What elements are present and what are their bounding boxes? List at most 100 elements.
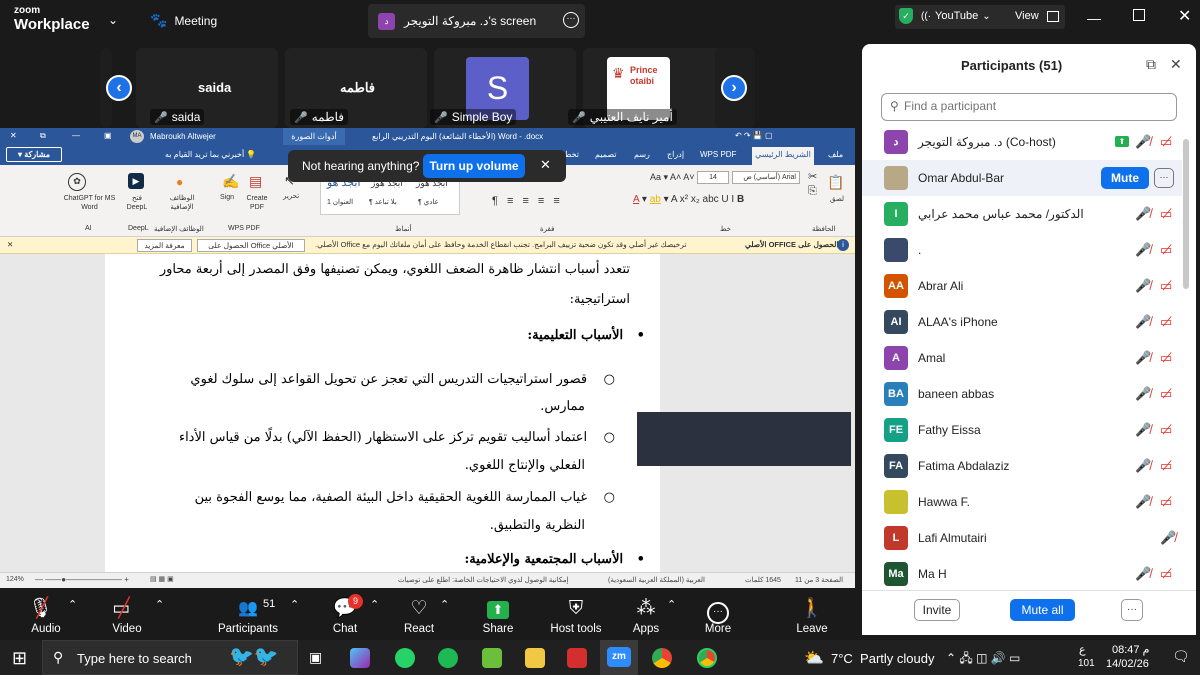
participant-row[interactable]: . 🎤̸ ▭̸	[862, 232, 1182, 268]
chevron-up-icon[interactable]: ⌃	[667, 598, 676, 611]
shield-icon[interactable]: ✓	[899, 8, 913, 24]
chevron-down-icon[interactable]: ⌄	[108, 13, 118, 27]
meeting-tab[interactable]: 🐾 Meeting	[150, 12, 217, 29]
chatgpt-icon[interactable]: ✿	[68, 173, 86, 191]
style-no-spacing[interactable]: ¶ بلا تباعد	[369, 198, 397, 206]
video-off-icon[interactable]: ▭̸	[1160, 422, 1172, 438]
more-icon[interactable]: ···	[1154, 168, 1174, 188]
tab-design[interactable]: تصميم	[595, 150, 617, 159]
chatgpt-button[interactable]: ChatGPT for MS Word	[62, 194, 117, 212]
video-off-icon[interactable]: ▭̸	[1160, 458, 1172, 474]
participant-row[interactable]: A Amal 🎤̸ ▭̸	[862, 340, 1182, 376]
participant-row[interactable]: BA baneen abbas 🎤̸ ▭̸	[862, 376, 1182, 412]
participant-row[interactable]: AI ALAA's iPhone 🎤̸ ▭̸	[862, 304, 1182, 340]
tab-file[interactable]: ملف	[828, 150, 843, 159]
more-options-icon[interactable]: ···	[563, 12, 579, 28]
leave-button[interactable]: 🚶 Leave	[777, 588, 847, 640]
mic-muted-icon[interactable]: 🎤̸	[1135, 278, 1151, 294]
deepl-button[interactable]: فتح DeepL	[124, 194, 150, 212]
mic-muted-icon[interactable]: 🎤̸	[1135, 242, 1151, 258]
participant-row[interactable]: L Lafi Almutairi 🎤̸	[862, 520, 1182, 556]
copilot-icon[interactable]	[350, 648, 370, 668]
mic-muted-icon[interactable]: 🎤̸	[1135, 350, 1151, 366]
mic-muted-icon[interactable]: 🎤̸	[1135, 566, 1151, 582]
close-icon[interactable]: ✕	[540, 157, 551, 173]
chevron-up-icon[interactable]: ⌃	[155, 598, 164, 611]
edit-button[interactable]: تحرير	[283, 192, 299, 200]
video-off-icon[interactable]: ▭̸	[1160, 242, 1172, 258]
input-language[interactable]: ع	[1079, 643, 1086, 656]
chrome-profile-icon[interactable]	[697, 648, 717, 668]
view-mode-icons[interactable]: ▤ ▦ ▣	[150, 575, 174, 583]
share-button[interactable]: ⬆ Share	[463, 588, 533, 640]
close-icon[interactable]: ✕	[1178, 6, 1191, 26]
chevron-up-icon[interactable]: ⌃	[440, 598, 449, 611]
youtube-stream-button[interactable]: ((· YouTube ⌄	[921, 10, 991, 22]
search-box[interactable]: ⚲	[881, 93, 1177, 121]
minimize-icon[interactable]: —	[1087, 10, 1101, 26]
task-view-icon[interactable]: ▣	[309, 649, 322, 666]
taskbar-search[interactable]: ⚲ Type here to search 🐦🐦	[42, 640, 298, 675]
video-off-icon[interactable]: ▭̸	[1160, 386, 1172, 402]
cut-icon[interactable]: ✂	[808, 170, 817, 183]
screen-share-tab[interactable]: د د. مبروكة التويجر's screen ···	[368, 4, 585, 38]
tab-draw[interactable]: رسم	[634, 150, 650, 159]
host-tools-button[interactable]: ⛨ Host tools	[541, 588, 611, 640]
close-icon[interactable]: ✕	[7, 240, 13, 249]
app-icon[interactable]	[482, 648, 502, 668]
font-size-box[interactable]: 14	[697, 171, 729, 184]
document-page[interactable]: تتعدد أسباب انتشار ظاهرة الضعف اللغوي، و…	[105, 254, 660, 572]
chevron-up-icon[interactable]: ⌃	[290, 598, 299, 611]
react-button[interactable]: ♡ React	[384, 588, 454, 640]
quick-access-icons[interactable]: ↶ ↷ 💾 ▢	[735, 131, 773, 140]
participant-row[interactable]: AA Abrar Ali 🎤̸ ▭̸	[862, 268, 1182, 304]
zoom-slider[interactable]: — ——●——————— +	[35, 575, 129, 584]
video-off-icon[interactable]: ▭̸	[1160, 314, 1172, 330]
mic-muted-icon[interactable]: 🎤̸	[1135, 458, 1151, 474]
font-name-box[interactable]: Arial (أساسي) ض	[732, 171, 800, 184]
mic-muted-icon[interactable]: 🎤̸	[1135, 386, 1151, 402]
close-icon[interactable]: ✕	[1170, 56, 1182, 73]
mic-muted-icon[interactable]: 🎤̸	[1135, 494, 1151, 510]
participants-button[interactable]: 👥 Participants	[213, 588, 283, 640]
style-heading1[interactable]: العنوان 1	[327, 198, 353, 206]
mic-muted-icon[interactable]: 🎤̸	[1135, 134, 1151, 150]
participant-row[interactable]: I الدكتور/ محمد عباس محمد عرابي 🎤̸ ▭̸	[862, 196, 1182, 232]
tell-me-box[interactable]: 💡 أخبرني بما تريد القيام به	[165, 150, 256, 159]
get-office-button[interactable]: الحصول على Office الأصلي	[197, 239, 305, 252]
video-button[interactable]: ▭╱ Video	[92, 588, 162, 640]
zoom-taskbar-active[interactable]: zm	[600, 640, 638, 675]
tab-home[interactable]: الشريط الرئيسي	[752, 147, 814, 165]
chrome-icon[interactable]	[652, 648, 672, 668]
chevron-up-icon[interactable]: ⌃	[68, 598, 77, 611]
font-format-icons[interactable]: A ▾ ab ▾ A x² x₂ abc U I B	[633, 194, 744, 205]
chevron-up-icon[interactable]: ⌃	[370, 598, 379, 611]
addins-button[interactable]: الوظائف الإضافية	[162, 194, 202, 212]
file-explorer-icon[interactable]	[525, 648, 545, 668]
participant-row[interactable]: Hawwa F. 🎤̸ ▭̸	[862, 484, 1182, 520]
font-grow-icons[interactable]: Aa ▾ A˄ A˅	[650, 172, 695, 183]
apps-button[interactable]: ⁂ Apps	[611, 588, 681, 640]
video-off-icon[interactable]: ▭̸	[1160, 206, 1172, 222]
video-off-icon[interactable]: ▭̸	[1160, 350, 1172, 366]
tab-wps-pdf[interactable]: WPS PDF	[700, 150, 736, 159]
paragraph-tools[interactable]: ¶ ≡ ≡ ≡ ≡	[492, 195, 563, 207]
ribbon-display-icon[interactable]: ▣	[104, 131, 112, 140]
page-count[interactable]: الصفحة 3 من 11	[795, 576, 843, 584]
sign-icon[interactable]: ✍	[222, 173, 239, 190]
deepl-icon[interactable]: ▶	[128, 173, 144, 189]
participant-row[interactable]: FA Fatima Abdalaziz 🎤̸ ▭̸	[862, 448, 1182, 484]
video-off-icon[interactable]: ▭̸	[1160, 278, 1172, 294]
gallery-prev-button[interactable]: ‹	[106, 75, 132, 101]
mute-button[interactable]: Mute	[1101, 167, 1149, 189]
invite-button[interactable]: Invite	[914, 599, 960, 621]
learn-more-button[interactable]: معرفة المزيد	[137, 239, 192, 252]
restore-icon[interactable]: ⧉	[40, 131, 46, 141]
word-count[interactable]: 1645 كلمات	[745, 576, 781, 584]
accessibility-status[interactable]: إمكانية الوصول لذوي الاحتياجات الخاصة: ا…	[398, 576, 568, 584]
style-normal[interactable]: ¶ عادي	[418, 198, 439, 206]
whatsapp-icon[interactable]	[395, 648, 415, 668]
scrollbar[interactable]	[1183, 139, 1189, 289]
mic-muted-icon[interactable]: 🎤̸	[1135, 206, 1151, 222]
mic-muted-icon[interactable]: 🎤̸	[1135, 422, 1151, 438]
